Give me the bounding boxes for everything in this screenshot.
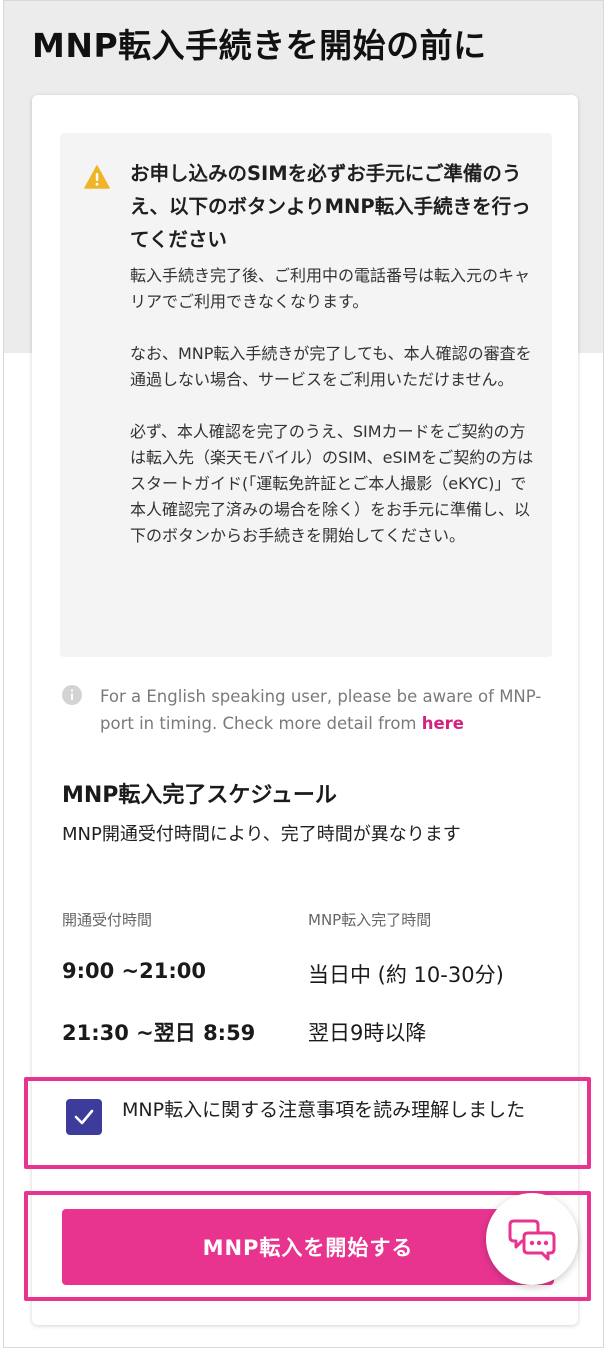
reception-time-header: 開通受付時間 xyxy=(62,911,153,929)
reception-time: 9:00 ~21:00 xyxy=(62,959,206,983)
completion-time: 当日中 (約 10-30分) xyxy=(308,963,504,987)
notice-paragraph: なお、MNP転入手続きが完了しても、本人確認の審査を通過しない場合、サービスをご… xyxy=(130,344,532,389)
agreement-highlight: MNP転入に関する注意事項を読み理解しました xyxy=(24,1077,591,1169)
agreement-checkbox[interactable] xyxy=(66,1099,102,1135)
warning-triangle-icon xyxy=(84,165,110,189)
reception-time: 21:30 ~翌日 8:59 xyxy=(62,1021,256,1045)
schedule-title: MNP転入完了スケジュール xyxy=(62,783,337,808)
chat-button[interactable] xyxy=(486,1193,578,1285)
completion-time-header: MNP転入完了時間 xyxy=(308,911,432,929)
completion-time: 翌日9時以降 xyxy=(308,1021,427,1045)
notice-paragraph: 転入手続き完了後、ご利用中の電話番号は転入元のキャリアでご利用できなくなります。 xyxy=(130,266,531,311)
app-frame: MNP転入手続きを開始の前に お申し込みのSIMを必ずお手元にご準備のうえ、以下… xyxy=(3,0,604,1348)
here-link[interactable]: here xyxy=(422,714,464,733)
info-text: For a English speaking user, please be a… xyxy=(100,687,542,733)
schedule-subtitle: MNP開通受付時間により、完了時間が異なります xyxy=(62,824,461,845)
info-circle-icon xyxy=(62,685,82,705)
page-title: MNP転入手続きを開始の前に xyxy=(32,26,487,65)
notice-body: 転入手続き完了後、ご利用中の電話番号は転入元のキャリアでご利用できなくなります。… xyxy=(130,263,534,575)
start-mnp-button[interactable]: MNP転入を開始する xyxy=(62,1209,554,1285)
agreement-label[interactable]: MNP転入に関する注意事項を読み理解しました xyxy=(122,1095,562,1125)
notice-heading: お申し込みのSIMを必ずお手元にご準備のうえ、以下のボタンよりMNP転入手続きを… xyxy=(130,162,531,251)
checkmark-icon xyxy=(74,1109,94,1125)
notice-paragraph: 必ず、本人確認を完了のうえ、SIMカードをご契約の方は転入先（楽天モバイル）のS… xyxy=(130,422,534,545)
warning-notice: お申し込みのSIMを必ずお手元にご準備のうえ、以下のボタンよりMNP転入手続きを… xyxy=(60,133,552,657)
chat-bubbles-icon xyxy=(508,1219,556,1261)
